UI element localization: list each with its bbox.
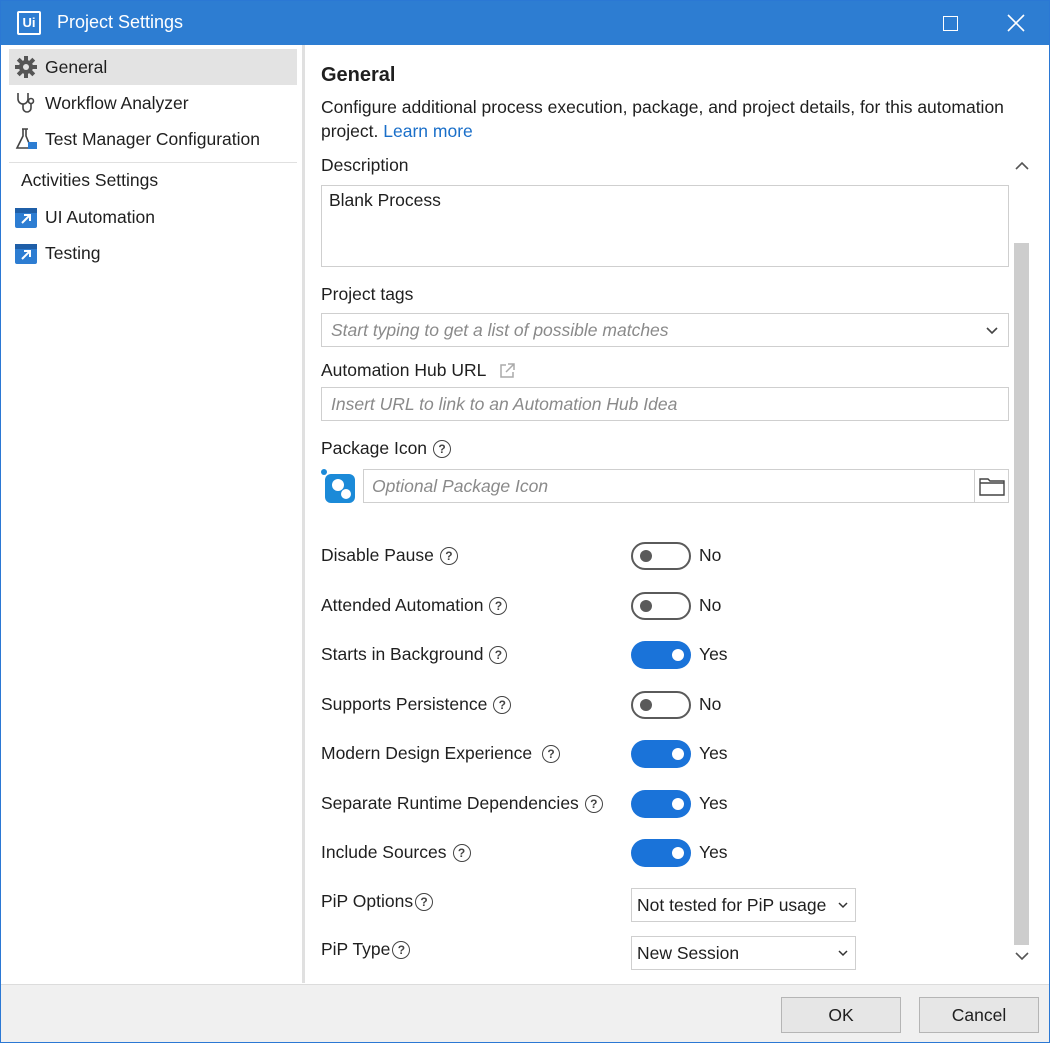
modern-design-experience-toggle[interactable] xyxy=(631,740,691,768)
help-icon[interactable]: ? xyxy=(392,940,411,959)
project-settings-window: Ui Project Settings General Workflow Ana… xyxy=(0,0,1050,1043)
modern-design-experience-value: Yes xyxy=(699,743,728,763)
description-label: Description xyxy=(321,155,409,175)
automation-hub-url-label: Automation Hub URL xyxy=(321,360,516,381)
maximize-icon xyxy=(942,15,958,31)
ok-button[interactable]: OK xyxy=(781,997,901,1033)
help-icon[interactable]: ? xyxy=(584,794,603,813)
supports-persistence-value: No xyxy=(699,694,722,714)
separate-runtime-dependencies-value: Yes xyxy=(699,793,728,813)
starts-in-background-label: Starts in Background? xyxy=(321,644,508,665)
sidebar-item-label: Testing xyxy=(45,242,101,263)
separate-runtime-dependencies-toggle[interactable] xyxy=(631,790,691,818)
sidebar-item-label: Workflow Analyzer xyxy=(45,92,189,113)
attended-automation-label: Attended Automation? xyxy=(321,595,508,616)
activity-package-icon xyxy=(13,204,39,230)
page-description: Configure additional process execution, … xyxy=(321,97,1004,141)
sidebar-item-test-manager[interactable]: Test Manager Configuration xyxy=(9,121,297,157)
pip-type-select[interactable]: New Session xyxy=(631,936,856,970)
scroll-down-icon[interactable] xyxy=(1013,947,1031,965)
help-icon[interactable]: ? xyxy=(415,892,434,911)
sidebar: General Workflow Analyzer Test Manager C… xyxy=(1,45,302,983)
stethoscope-icon xyxy=(13,90,39,116)
window-title: Project Settings xyxy=(57,12,184,32)
scrollbar-thumb[interactable] xyxy=(1014,243,1029,945)
sidebar-item-ui-automation[interactable]: UI Automation xyxy=(9,199,297,235)
include-sources-toggle[interactable] xyxy=(631,839,691,867)
help-icon[interactable]: ? xyxy=(452,843,471,862)
sidebar-divider xyxy=(9,162,297,163)
chevron-down-icon xyxy=(838,950,848,957)
supports-persistence-label: Supports Persistence? xyxy=(321,694,512,715)
page-title: General xyxy=(321,64,396,86)
package-icon-input[interactable]: Optional Package Icon xyxy=(363,469,1009,503)
sidebar-item-label: Test Manager Configuration xyxy=(45,128,260,149)
automation-hub-url-input[interactable]: Insert URL to link to an Automation Hub … xyxy=(321,387,1009,421)
folder-icon xyxy=(978,478,1005,496)
starts-in-background-value: Yes xyxy=(699,644,728,664)
activities-settings-heading: Activities Settings xyxy=(21,170,159,190)
uipath-logo-icon: Ui xyxy=(17,11,41,35)
help-icon[interactable]: ? xyxy=(493,695,512,714)
attended-automation-toggle[interactable] xyxy=(631,592,691,620)
scroll-up-icon[interactable] xyxy=(1013,157,1031,175)
attended-automation-value: No xyxy=(699,595,722,615)
dialog-footer: OK Cancel xyxy=(1,984,1049,1042)
project-tags-input[interactable]: Start typing to get a list of possible m… xyxy=(321,313,1009,347)
maximize-button[interactable] xyxy=(927,1,973,45)
include-sources-value: Yes xyxy=(699,842,728,862)
sidebar-item-workflow-analyzer[interactable]: Workflow Analyzer xyxy=(9,85,297,121)
help-icon[interactable]: ? xyxy=(489,596,508,615)
help-icon[interactable]: ? xyxy=(489,645,508,664)
pip-options-label: PiP Options? xyxy=(321,891,434,912)
vertical-scrollbar[interactable] xyxy=(1009,151,1035,971)
sidebar-item-testing[interactable]: Testing xyxy=(9,235,297,271)
disable-pause-label: Disable Pause? xyxy=(321,545,458,566)
project-tags-label: Project tags xyxy=(321,284,414,304)
package-icon-preview xyxy=(321,469,355,503)
help-icon[interactable]: ? xyxy=(542,744,561,763)
package-icon-label: Package Icon ? xyxy=(321,438,452,459)
close-icon xyxy=(1007,14,1025,32)
disable-pause-toggle[interactable] xyxy=(631,542,691,570)
disable-pause-value: No xyxy=(699,545,722,565)
learn-more-link[interactable]: Learn more xyxy=(383,121,473,141)
close-button[interactable] xyxy=(993,1,1039,45)
activity-package-icon xyxy=(13,240,39,266)
pip-options-select[interactable]: Not tested for PiP usage xyxy=(631,888,856,922)
flask-icon xyxy=(13,126,39,152)
include-sources-label: Include Sources? xyxy=(321,842,471,863)
cancel-button[interactable]: Cancel xyxy=(919,997,1039,1033)
separate-runtime-dependencies-label: Separate Runtime Dependencies? xyxy=(321,793,603,814)
sidebar-item-general[interactable]: General xyxy=(9,49,297,85)
pip-type-label: PiP Type? xyxy=(321,939,411,960)
description-field[interactable]: Blank Process xyxy=(321,185,1009,267)
starts-in-background-toggle[interactable] xyxy=(631,641,691,669)
supports-persistence-toggle[interactable] xyxy=(631,691,691,719)
browse-folder-button[interactable] xyxy=(974,470,1008,502)
help-icon[interactable]: ? xyxy=(439,546,458,565)
chevron-down-icon[interactable] xyxy=(984,322,1000,338)
gear-icon xyxy=(13,54,39,80)
modern-design-experience-label: Modern Design Experience? xyxy=(321,743,561,764)
help-icon[interactable]: ? xyxy=(433,439,452,458)
sidebar-item-label: General xyxy=(45,56,108,77)
general-settings-panel: General Configure additional process exe… xyxy=(305,45,1049,983)
sidebar-item-label: UI Automation xyxy=(45,206,155,227)
external-link-icon[interactable] xyxy=(498,362,516,380)
title-bar: Ui Project Settings xyxy=(1,1,1049,45)
chevron-down-icon xyxy=(838,902,848,909)
